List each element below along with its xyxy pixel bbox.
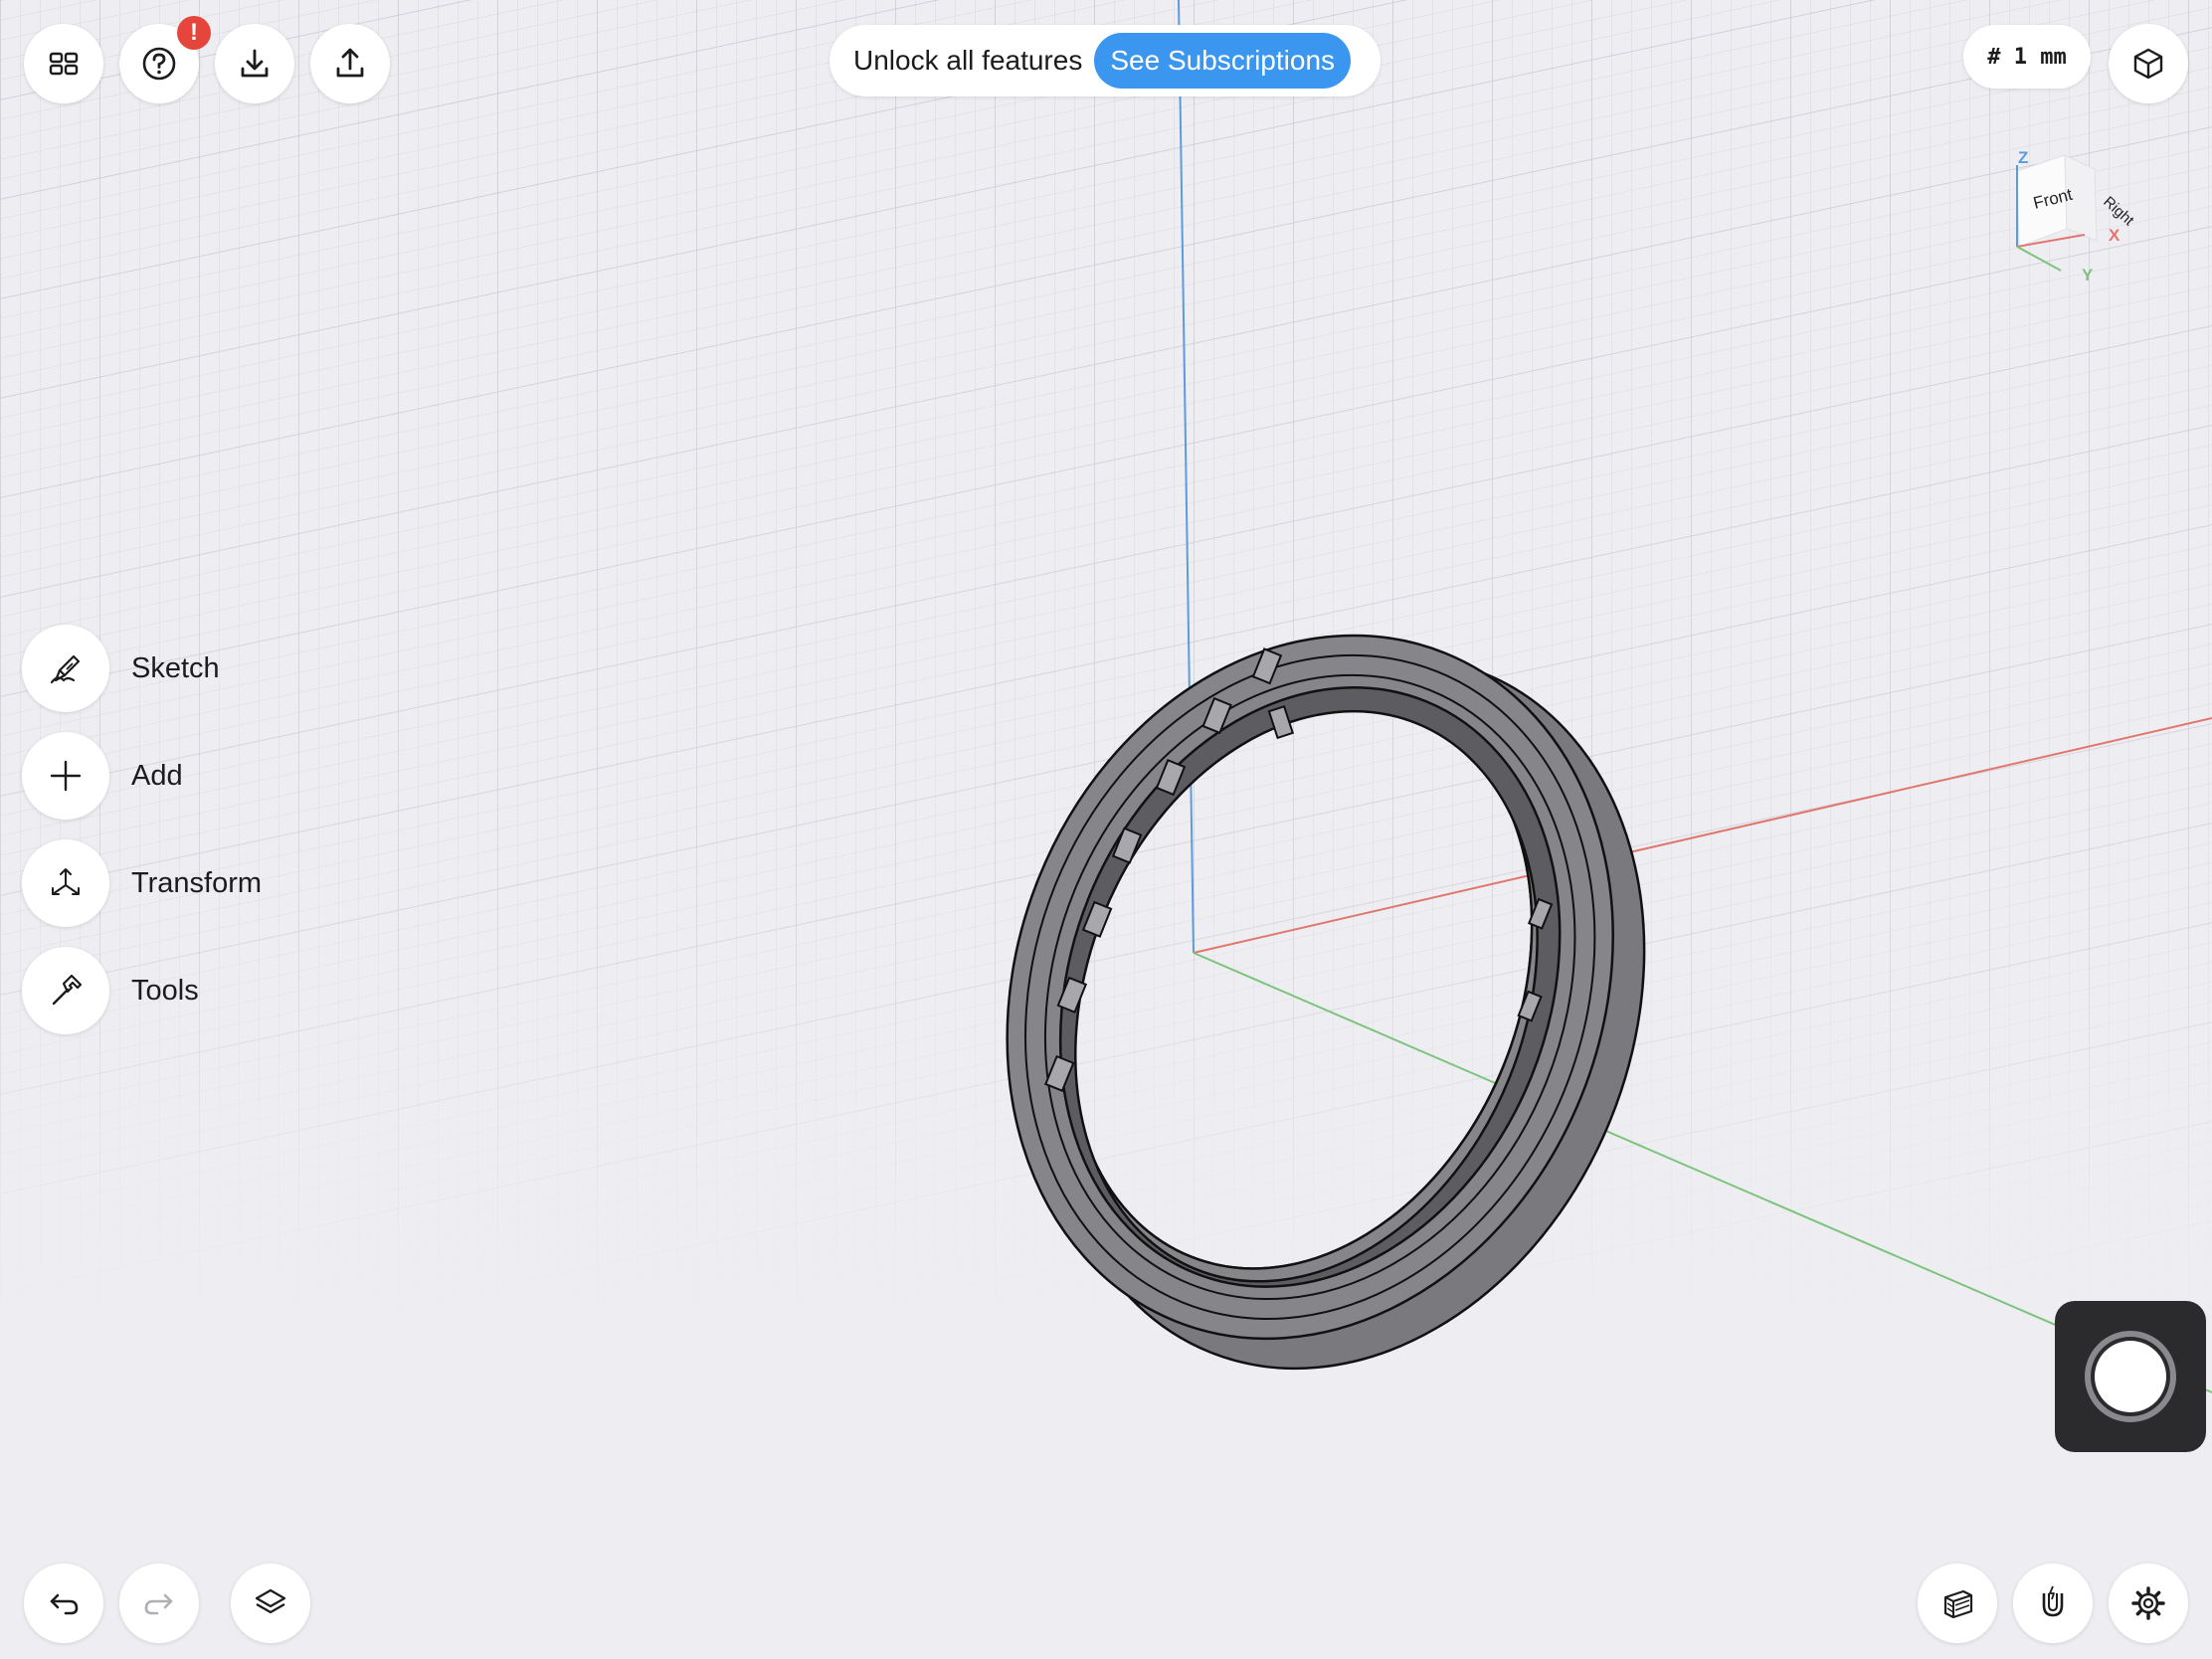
unlock-features-banner: Unlock all features See Subscriptions <box>830 25 1381 96</box>
plus-icon <box>50 760 82 792</box>
snap-button[interactable] <box>2013 1564 2093 1643</box>
perspective-cube-icon <box>2133 48 2163 80</box>
import-button[interactable] <box>215 24 294 103</box>
axis-z-label: Z <box>2018 148 2028 167</box>
help-button[interactable]: ! <box>119 16 211 103</box>
sketch-button[interactable] <box>22 625 109 712</box>
tools-button[interactable] <box>22 947 109 1034</box>
3d-viewport[interactable] <box>0 0 2212 1659</box>
transform-arrows-icon <box>52 868 80 895</box>
undo-button[interactable] <box>24 1564 103 1643</box>
download-icon <box>241 49 269 78</box>
notification-badge: ! <box>177 16 211 50</box>
transform-menu-item[interactable]: Transform <box>22 838 262 928</box>
view-mode-button[interactable] <box>2109 24 2188 103</box>
tools-menu-item[interactable]: Tools <box>22 946 199 1035</box>
hammer-icon <box>52 974 83 1006</box>
axis-y-label: Y <box>2082 266 2094 284</box>
unlock-features-text: Unlock all features <box>853 45 1083 76</box>
menu-button[interactable] <box>24 24 103 103</box>
redo-button[interactable] <box>119 1564 199 1643</box>
layers-icon <box>255 1588 286 1614</box>
record-panel <box>2055 1301 2206 1452</box>
view-cube-right-label[interactable]: Right <box>2100 193 2137 230</box>
redo-icon <box>144 1593 173 1615</box>
question-circle-icon <box>142 47 176 81</box>
add-button[interactable] <box>22 732 109 820</box>
tools-label: Tools <box>131 974 199 1007</box>
transform-button[interactable] <box>22 839 109 927</box>
add-label: Add <box>131 759 183 792</box>
layers-button[interactable] <box>231 1564 310 1643</box>
record-ring <box>2085 1331 2176 1422</box>
see-subscriptions-button[interactable]: See Subscriptions <box>1094 33 1352 89</box>
transform-label: Transform <box>131 866 263 899</box>
view-cube[interactable]: Front Right Z X Y <box>1999 141 2148 290</box>
export-button[interactable] <box>310 24 390 103</box>
gear-icon <box>2131 1586 2165 1620</box>
record-button[interactable] <box>2095 1341 2166 1412</box>
pencil-icon <box>50 654 81 684</box>
share-icon <box>336 48 364 78</box>
sketch-label: Sketch <box>131 651 220 684</box>
undo-icon <box>50 1593 79 1615</box>
axis-x-label: X <box>2109 226 2120 245</box>
settings-button[interactable] <box>2109 1564 2188 1643</box>
section-view-icon <box>1943 1589 1973 1619</box>
grid-menu-icon <box>49 52 79 76</box>
grid-size-button[interactable]: # 1 mm <box>1963 25 2091 89</box>
sketch-menu-item[interactable]: Sketch <box>22 624 220 713</box>
section-view-button[interactable] <box>1918 1564 1997 1643</box>
magnet-icon <box>2042 1585 2064 1617</box>
add-menu-item[interactable]: Add <box>22 731 183 821</box>
